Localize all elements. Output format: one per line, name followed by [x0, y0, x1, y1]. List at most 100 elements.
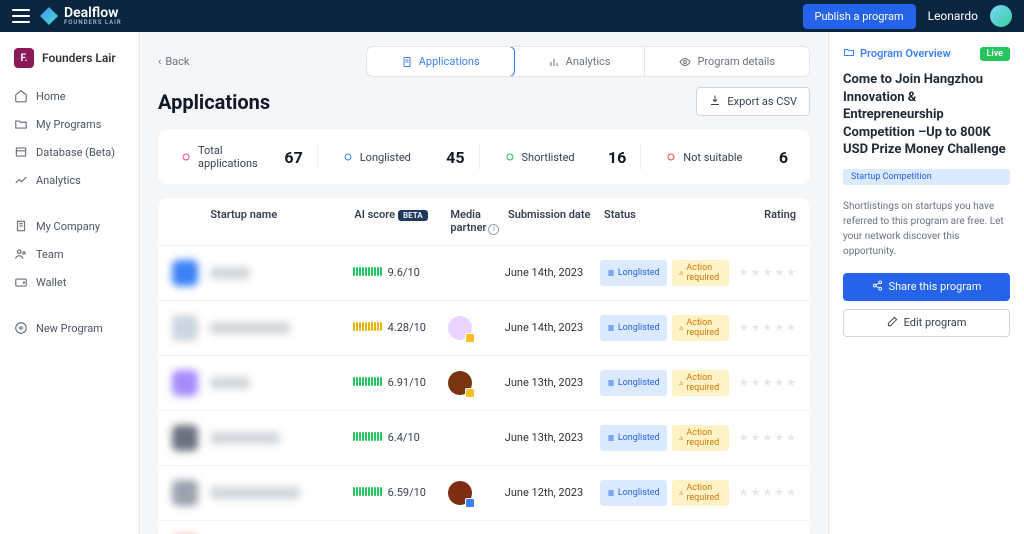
program-title: Come to Join Hangzhou Innovation & Entre… — [843, 71, 1010, 159]
stat-label: Shortlisted — [522, 151, 575, 164]
rating-stars[interactable]: ★★★★★ — [729, 431, 796, 444]
star-icon[interactable]: ★ — [786, 266, 796, 279]
star-icon[interactable]: ★ — [762, 486, 772, 499]
sidebar: F. Founders Lair Home My Programs Databa… — [0, 32, 140, 534]
rating-stars[interactable]: ★★★★★ — [729, 321, 796, 334]
star-icon[interactable]: ★ — [774, 266, 784, 279]
status-longlisted-tag[interactable]: Longlisted — [600, 425, 667, 451]
tab-applications[interactable]: Applications — [366, 46, 515, 77]
star-icon[interactable]: ★ — [762, 431, 772, 444]
sidebar-item-my-programs[interactable]: My Programs — [0, 110, 139, 138]
star-icon[interactable]: ★ — [774, 321, 784, 334]
media-partner-avatar[interactable] — [448, 481, 472, 505]
stat-icon — [665, 151, 677, 163]
status-longlisted-tag[interactable]: Longlisted — [600, 315, 667, 341]
star-icon[interactable]: ★ — [739, 431, 749, 444]
view-tabs: Applications Analytics Program details — [366, 46, 810, 77]
star-icon[interactable]: ★ — [786, 486, 796, 499]
star-icon[interactable]: ★ — [739, 376, 749, 389]
star-icon[interactable]: ★ — [762, 376, 772, 389]
program-category-tag: Startup Competition — [843, 169, 1010, 185]
star-icon[interactable]: ★ — [774, 486, 784, 499]
star-icon[interactable]: ★ — [751, 486, 761, 499]
status-longlisted-tag[interactable]: Longlisted — [600, 480, 667, 506]
rating-stars[interactable]: ★★★★★ — [729, 376, 796, 389]
status-action-required-tag[interactable]: Action required — [672, 370, 730, 396]
stat-card: Shortlisted 16 — [490, 144, 642, 170]
tab-analytics[interactable]: Analytics — [514, 47, 646, 76]
col-submission-date: Submission date — [508, 208, 604, 235]
sidebar-item-my-company[interactable]: My Company — [0, 212, 139, 240]
beta-badge: BETA — [398, 210, 428, 221]
status-longlisted-tag[interactable]: Longlisted — [600, 370, 667, 396]
stat-label: Longlisted — [360, 151, 411, 164]
avatar[interactable] — [990, 5, 1012, 27]
star-icon[interactable]: ★ — [751, 266, 761, 279]
star-icon[interactable]: ★ — [774, 431, 784, 444]
logo-mark-icon — [40, 7, 58, 25]
status-longlisted-tag[interactable]: Longlisted — [600, 260, 667, 286]
stats-row: Total applications67Longlisted45Shortlis… — [158, 130, 810, 184]
star-icon[interactable]: ★ — [751, 376, 761, 389]
status-action-required-tag[interactable]: Action required — [672, 425, 730, 451]
status-action-required-tag[interactable]: Action required — [672, 315, 730, 341]
col-status: Status — [604, 208, 729, 235]
rating-stars[interactable]: ★★★★★ — [729, 266, 796, 279]
star-icon[interactable]: ★ — [739, 486, 749, 499]
workspace-name: Founders Lair — [42, 51, 116, 65]
star-icon[interactable]: ★ — [786, 376, 796, 389]
star-icon[interactable]: ★ — [786, 431, 796, 444]
back-link[interactable]: ‹Back — [158, 55, 189, 68]
sidebar-item-analytics[interactable]: Analytics — [0, 166, 139, 194]
edit-program-button[interactable]: Edit program — [843, 309, 1010, 337]
partner-badge-icon — [465, 498, 475, 508]
star-icon[interactable]: ★ — [739, 266, 749, 279]
info-icon[interactable]: i — [488, 224, 499, 235]
table-row[interactable]: 9.6/10 June 14th, 2023 Longlisted Action… — [158, 246, 810, 301]
star-icon[interactable]: ★ — [751, 431, 761, 444]
folder-icon — [14, 117, 28, 131]
logo-name: Dealflow — [64, 6, 122, 20]
menu-icon[interactable] — [12, 9, 30, 23]
table-row[interactable]: 6.4/10 June 13th, 2023 Longlisted Action… — [158, 411, 810, 466]
sidebar-item-new-program[interactable]: New Program — [0, 314, 139, 342]
publish-program-button[interactable]: Publish a program — [803, 4, 916, 29]
share-program-button[interactable]: Share this program — [843, 273, 1010, 301]
table-row[interactable]: 4.28/10 June 14th, 2023 Longlisted Actio… — [158, 301, 810, 356]
star-icon[interactable]: ★ — [762, 321, 772, 334]
stat-label: Not suitable — [683, 151, 742, 164]
tab-program-details[interactable]: Program details — [645, 47, 809, 76]
stat-card: Not suitable6 — [651, 144, 802, 170]
star-icon[interactable]: ★ — [786, 321, 796, 334]
sidebar-item-database[interactable]: Database (Beta) — [0, 138, 139, 166]
status-action-required-tag[interactable]: Action required — [672, 260, 730, 286]
status-action-required-tag[interactable]: Action required — [672, 480, 730, 506]
sidebar-item-home[interactable]: Home — [0, 82, 139, 110]
startup-logo — [172, 480, 198, 506]
user-name[interactable]: Leonardo — [928, 9, 978, 23]
rating-stars[interactable]: ★★★★★ — [729, 486, 796, 499]
stat-value: 45 — [446, 148, 464, 167]
sidebar-item-wallet[interactable]: Wallet — [0, 268, 139, 296]
sidebar-item-team[interactable]: Team — [0, 240, 139, 268]
star-icon[interactable]: ★ — [751, 321, 761, 334]
media-partner-avatar[interactable] — [448, 371, 472, 395]
stat-icon — [504, 151, 516, 163]
share-icon — [872, 280, 883, 294]
logo[interactable]: Dealflow FOUNDERS LAIR — [40, 6, 122, 26]
star-icon[interactable]: ★ — [762, 266, 772, 279]
score-bars-icon — [353, 487, 382, 496]
score-value: 6.4/10 — [388, 431, 420, 444]
export-csv-button[interactable]: Export as CSV — [696, 87, 810, 116]
star-icon[interactable]: ★ — [774, 376, 784, 389]
partner-badge-icon — [465, 333, 475, 343]
star-icon[interactable]: ★ — [739, 321, 749, 334]
stat-value: 16 — [608, 148, 626, 167]
table-row[interactable]: 7.7/10 June 12th, 2023 Longlisted Action… — [158, 521, 810, 534]
media-partner-avatar[interactable] — [448, 316, 472, 340]
table-row[interactable]: 6.59/10 June 12th, 2023 Longlisted Actio… — [158, 466, 810, 521]
workspace-selector[interactable]: F. Founders Lair — [0, 42, 139, 82]
score-bars-icon — [353, 267, 382, 276]
table-header: Startup name AI scoreBETA Media partneri… — [158, 198, 810, 246]
table-row[interactable]: 6.91/10 June 13th, 2023 Longlisted Actio… — [158, 356, 810, 411]
